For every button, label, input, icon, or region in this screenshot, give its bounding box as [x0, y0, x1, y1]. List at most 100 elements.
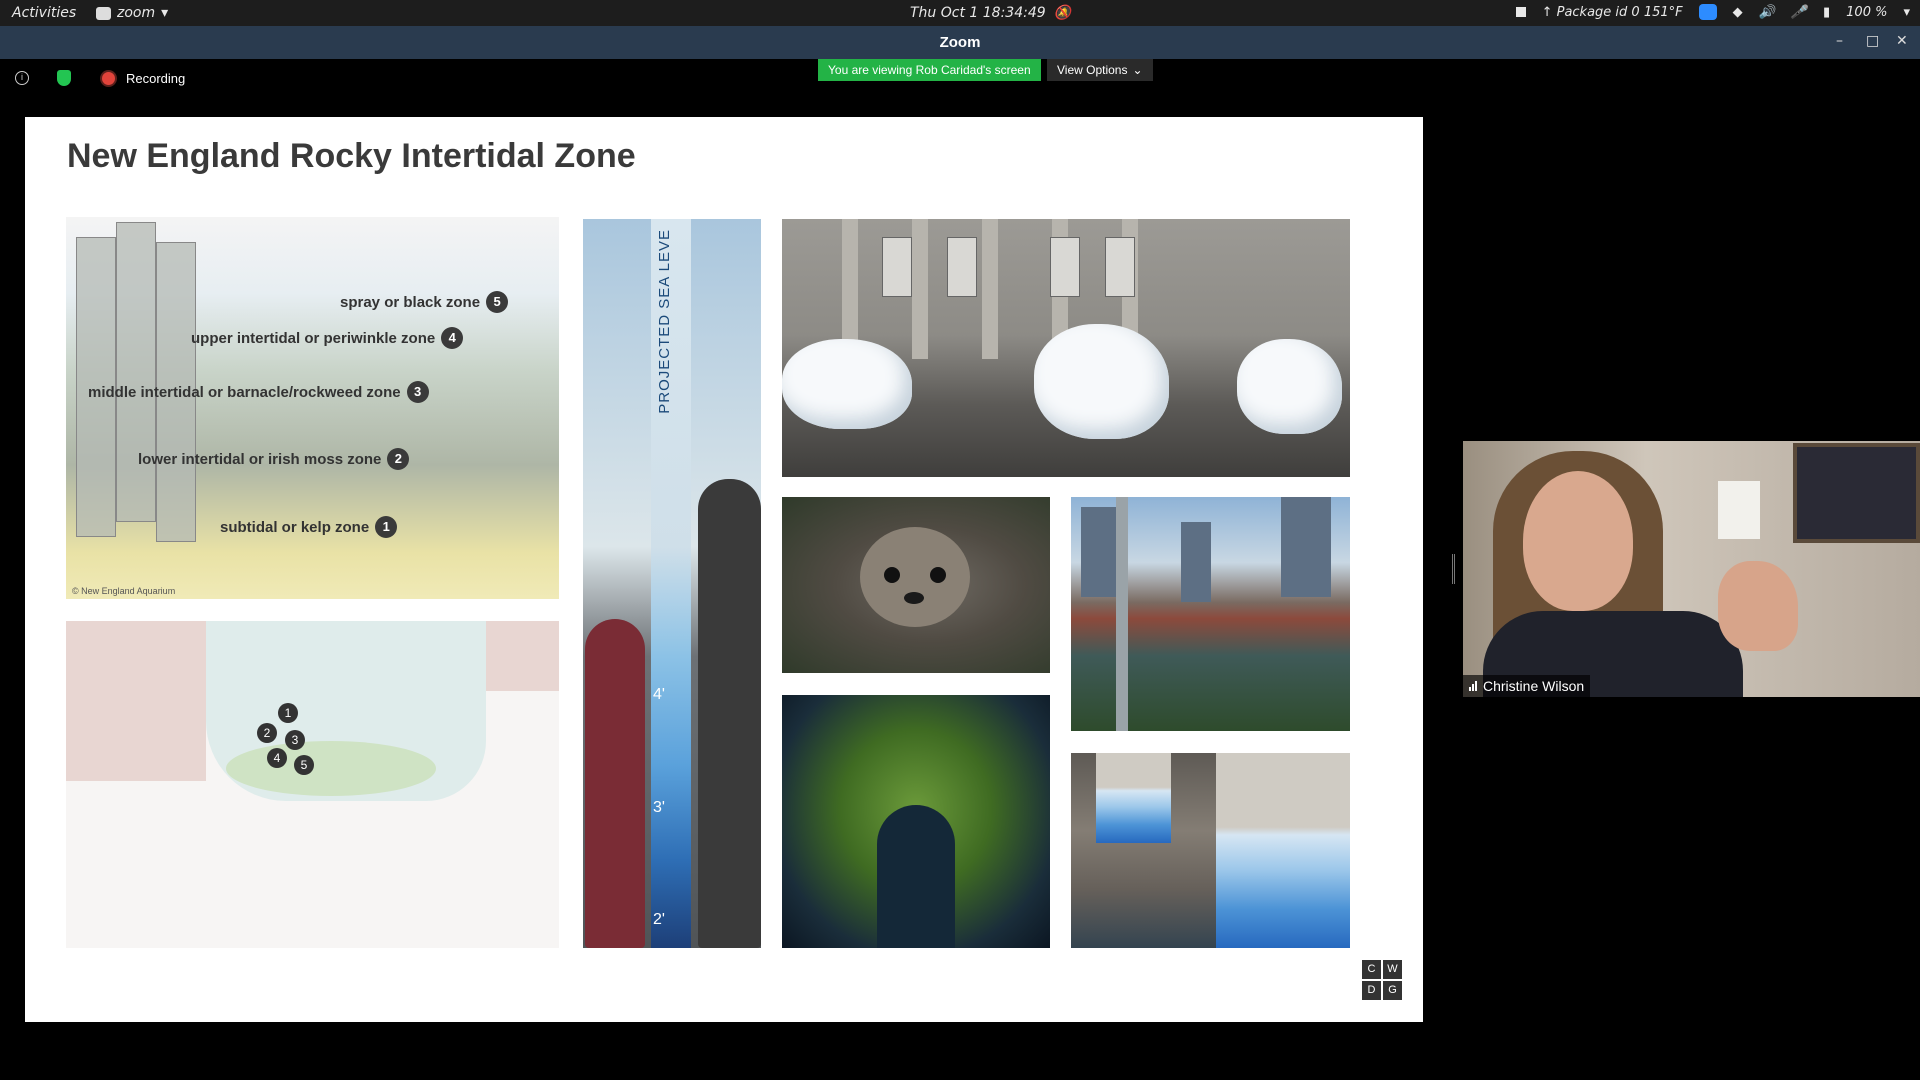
skyscraper [1281, 497, 1331, 597]
view-options-label: View Options [1057, 63, 1128, 77]
participant-name-tag: Christine Wilson [1463, 675, 1591, 697]
portrait-banner [882, 237, 912, 297]
zone-label-4: upper intertidal or periwinkle zone 4 [191, 327, 464, 349]
seal-eye [884, 567, 900, 583]
zoom-app-icon [96, 6, 111, 20]
clock[interactable]: Thu Oct 1 18:34:49 🔕 [910, 5, 1071, 21]
logo-letter: C [1362, 960, 1381, 979]
resize-handle[interactable] [1452, 554, 1455, 584]
zone-number: 3 [406, 381, 429, 403]
zone-label-text: spray or black zone [340, 293, 481, 311]
participant-video-tile[interactable]: Christine Wilson [1463, 441, 1920, 697]
arch-projection-photo [782, 695, 1050, 948]
painted-pillar-photo [1071, 753, 1350, 948]
system-top-bar: Activities zoom ▾ Thu Oct 1 18:34:49 🔕 ↑… [0, 0, 1920, 26]
person-figure [698, 479, 761, 948]
intertidal-zone-diagram: spray or black zone 5 upper intertidal or… [66, 217, 559, 599]
system-tray: ↑ Package id 0 151°F ◆ 🔊 🎤 ▮ 100 % ▾ [1515, 4, 1910, 20]
building-block [66, 621, 206, 781]
portrait-banner [1105, 237, 1135, 297]
logo-letter: G [1383, 981, 1402, 1000]
minimize-button[interactable]: – [1836, 33, 1843, 49]
cwdg-logo: C W D G [1362, 960, 1402, 1000]
window-title-bar: Zoom – □ ✕ [0, 26, 1920, 59]
zone-number: 5 [486, 291, 509, 313]
ice-block [1034, 324, 1169, 439]
battery-icon[interactable]: ▮ [1823, 5, 1830, 20]
green-area [226, 741, 436, 796]
zone-label-text: subtidal or kelp zone [220, 518, 370, 536]
zone-label-5: spray or black zone 5 [340, 291, 509, 313]
zone-number: 2 [387, 448, 410, 470]
package-status[interactable]: ↑ Package id 0 151°F [1542, 5, 1683, 20]
recording-icon [102, 72, 115, 85]
seal-eye [930, 567, 946, 583]
zoom-tray-icon[interactable] [1698, 4, 1717, 20]
column [842, 219, 858, 359]
battery-label: 100 % [1846, 4, 1888, 20]
arch-opening [877, 805, 955, 948]
ice-block [782, 339, 912, 429]
column [982, 219, 998, 359]
light-pole [1116, 497, 1128, 731]
info-icon[interactable]: i [15, 71, 29, 85]
seal-photo [782, 497, 1050, 673]
activities-button[interactable]: Activities [12, 5, 76, 21]
ice-block [1237, 339, 1342, 434]
wall-picture-frame [1793, 443, 1920, 543]
app-menu-label: zoom [117, 5, 156, 21]
plan-number: 3 [285, 730, 305, 750]
zone-label-text: middle intertidal or barnacle/rockweed z… [88, 383, 401, 401]
recording-label: Recording [126, 71, 186, 86]
wifi-icon[interactable]: ◆ [1733, 5, 1743, 20]
indicator-icon[interactable] [1515, 7, 1526, 17]
maximize-button[interactable]: □ [1866, 33, 1879, 49]
chevron-down-icon: ⌄ [1132, 63, 1143, 77]
plan-number: 4 [267, 748, 287, 768]
participant-hand [1718, 561, 1798, 651]
painted-pillar [1096, 753, 1171, 843]
pole-mark: 3' [653, 799, 665, 816]
ice-installation-photo [782, 219, 1350, 477]
participant-name: Christine Wilson [1483, 678, 1585, 694]
shared-screen-slide: New England Rocky Intertidal Zone spray … [25, 117, 1423, 1022]
person-figure [585, 619, 645, 948]
column [912, 219, 928, 359]
view-options-button[interactable]: View Options ⌄ [1047, 59, 1153, 81]
painted-pillar [1216, 753, 1350, 948]
riverwalk-photo [1071, 497, 1350, 731]
building-block [486, 621, 559, 691]
portrait-banner [1050, 237, 1080, 297]
chevron-down-icon: ▾ [161, 5, 169, 21]
logo-letter: W [1383, 960, 1402, 979]
slide-title: New England Rocky Intertidal Zone [67, 137, 636, 175]
participant-face [1523, 471, 1633, 611]
app-menu[interactable]: zoom ▾ [96, 5, 168, 21]
wall-paper [1718, 481, 1760, 539]
signal-strength-icon [1469, 681, 1477, 691]
clock-label: Thu Oct 1 18:34:49 [910, 5, 1046, 21]
image-credit: © New England Aquarium [72, 586, 176, 596]
zone-label-text: upper intertidal or periwinkle zone [191, 329, 436, 347]
zone-label-1: subtidal or kelp zone 1 [220, 516, 398, 538]
logo-letter: D [1362, 981, 1381, 1000]
zone-label-3: middle intertidal or barnacle/rockweed z… [88, 381, 429, 403]
chevron-down-icon[interactable]: ▾ [1903, 5, 1910, 20]
zone-number: 1 [375, 516, 398, 538]
pole-mark: 2' [653, 911, 665, 928]
zone-label-2: lower intertidal or irish moss zone 2 [138, 448, 410, 470]
volume-icon[interactable]: 🔊 [1759, 5, 1775, 20]
notifications-off-icon: 🔕 [1053, 5, 1072, 21]
shield-icon[interactable] [57, 70, 71, 86]
viewing-banner: You are viewing Rob Caridad's screen [818, 59, 1041, 81]
plan-number: 1 [278, 703, 298, 723]
close-button[interactable]: ✕ [1896, 33, 1908, 49]
site-plan-diagram: 1 2 3 4 5 [66, 621, 559, 948]
window-title: Zoom [939, 34, 981, 51]
zone-label-text: lower intertidal or irish moss zone [138, 450, 382, 468]
seal-head [860, 527, 970, 627]
microphone-icon[interactable]: 🎤 [1791, 5, 1807, 20]
rock-cliff [116, 222, 156, 522]
pole-label: PROJECTED SEA LEVE [656, 229, 673, 414]
portrait-banner [947, 237, 977, 297]
